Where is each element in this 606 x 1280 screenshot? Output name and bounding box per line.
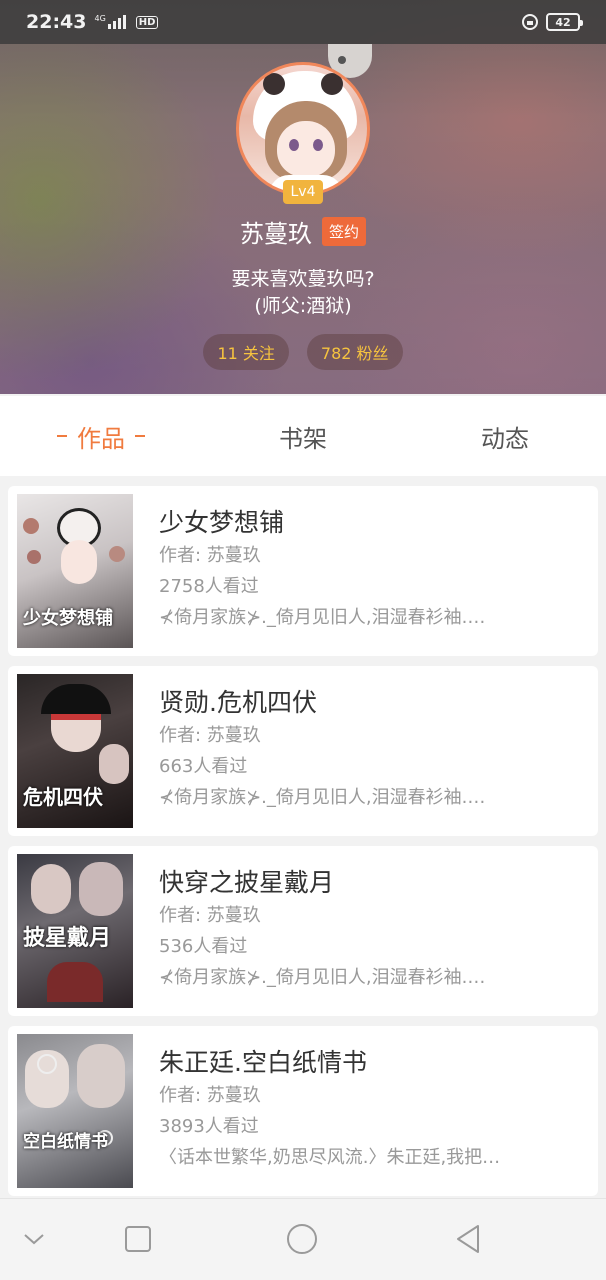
name-row: 苏蔓玖 签约 (0, 214, 606, 249)
level-badge: Lv4 (283, 180, 323, 204)
signal-icon: 4G (94, 14, 126, 29)
book-cover[interactable]: 披星戴月 (17, 854, 133, 1008)
book-cover[interactable]: 危机四伏 (17, 674, 133, 828)
home-button[interactable] (286, 1223, 318, 1255)
work-card[interactable]: 披星戴月 快穿之披星戴月 作者: 苏蔓玖 536人看过 ⊀倚月家族⊁._倚月见旧… (8, 846, 598, 1016)
circle-icon (287, 1224, 317, 1254)
book-summary: 〈话本世繁华,奶思尽风流.〉朱正廷,我把… (159, 1147, 501, 1168)
stats-row: 11 关注 782 粉丝 (0, 334, 606, 370)
bio-line-2: (师父:酒狱) (254, 295, 352, 317)
book-views: 536人看过 (159, 936, 248, 957)
rotation-lock-icon (522, 14, 538, 30)
tab-works[interactable]: 作品 (0, 396, 202, 476)
battery-level: 42 (555, 15, 571, 29)
battery-icon: 42 (546, 13, 583, 31)
recent-apps-button[interactable] (122, 1223, 154, 1255)
status-bar: 22:43 4G HD 42 (0, 0, 606, 44)
book-cover-title: 空白纸情书 (23, 1132, 108, 1152)
book-cover-title: 披星戴月 (23, 925, 112, 951)
tab-works-label: 作品 (77, 424, 125, 453)
network-type: 4G (94, 14, 106, 23)
work-card[interactable]: 危机四伏 贤勋.危机四伏 作者: 苏蔓玖 663人看过 ⊀倚月家族⊁._倚月见旧… (8, 666, 598, 836)
profile-tabs: 作品 书架 动态 (0, 396, 606, 476)
system-nav-bar (0, 1198, 606, 1280)
triangle-back-icon (457, 1225, 479, 1253)
book-title[interactable]: 少女梦想铺 (159, 506, 579, 540)
book-title[interactable]: 朱正廷.空白纸情书 (159, 1046, 579, 1080)
signed-badge: 签约 (321, 217, 366, 246)
book-cover[interactable]: 少女梦想铺 (17, 494, 133, 648)
followers-button[interactable]: 782 粉丝 (306, 334, 403, 370)
book-summary: ⊀倚月家族⊁._倚月见旧人,泪湿春衫袖.… (159, 967, 486, 988)
book-author: 作者: 苏蔓玖 (159, 545, 261, 566)
book-cover-title: 危机四伏 (23, 785, 103, 809)
book-views: 3893人看过 (159, 1116, 259, 1137)
avatar-container[interactable]: Lv4 (236, 62, 370, 204)
tab-indicator-left (57, 435, 67, 437)
book-summary: ⊀倚月家族⊁._倚月见旧人,泪湿春衫袖.… (159, 607, 486, 628)
book-title[interactable]: 快穿之披星戴月 (159, 866, 579, 900)
clock: 22:43 (26, 11, 87, 33)
book-author: 作者: 苏蔓玖 (159, 905, 261, 926)
tab-bookshelf[interactable]: 书架 (202, 396, 404, 476)
username: 苏蔓玖 (239, 220, 312, 248)
work-card[interactable]: 空白纸情书 朱正廷.空白纸情书 作者: 苏蔓玖 3893人看过 〈话本世繁华,奶… (8, 1026, 598, 1196)
following-button[interactable]: 11 关注 (203, 334, 289, 370)
book-summary: ⊀倚月家族⊁._倚月见旧人,泪湿春衫袖.… (159, 787, 486, 808)
tab-activity[interactable]: 动态 (404, 396, 606, 476)
book-author: 作者: 苏蔓玖 (159, 1085, 261, 1106)
back-button[interactable] (452, 1223, 484, 1255)
book-author: 作者: 苏蔓玖 (159, 725, 261, 746)
bio: 要来喜欢蔓玖吗? (师父:酒狱) (0, 266, 606, 320)
book-cover-title: 少女梦想铺 (23, 608, 113, 629)
tab-activity-label: 动态 (481, 424, 529, 453)
book-views: 663人看过 (159, 756, 248, 777)
collapse-nav-button[interactable] (18, 1223, 50, 1255)
book-views: 2758人看过 (159, 576, 259, 597)
work-card[interactable]: 少女梦想铺 少女梦想铺 作者: 苏蔓玖 2758人看过 ⊀倚月家族⊁._倚月见旧… (8, 486, 598, 656)
book-cover[interactable]: 空白纸情书 (17, 1034, 133, 1188)
square-icon (125, 1226, 151, 1252)
chevron-down-icon (24, 1234, 44, 1245)
tab-indicator-right (135, 435, 145, 437)
book-title[interactable]: 贤勋.危机四伏 (159, 686, 579, 720)
tab-bookshelf-label: 书架 (279, 424, 327, 453)
bio-line-1: 要来喜欢蔓玖吗? (231, 268, 375, 290)
avatar[interactable] (236, 62, 370, 196)
hd-icon: HD (135, 15, 159, 29)
profile-header: 22:43 4G HD 42 Lv4 苏蔓玖 签约 要来喜欢蔓玖吗? (师父:酒… (0, 0, 606, 394)
